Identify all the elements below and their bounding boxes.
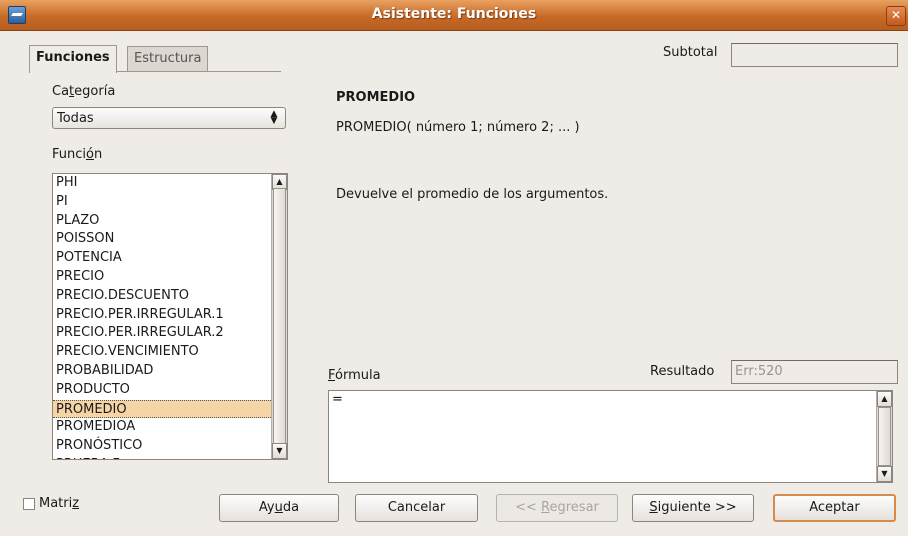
- category-select[interactable]: Todas ▲ ▼: [52, 107, 286, 129]
- function-list-item[interactable]: POTENCIA: [53, 249, 271, 268]
- function-list-item[interactable]: PRUEBA.F: [53, 456, 271, 459]
- category-value: Todas: [57, 111, 94, 126]
- function-list-item[interactable]: PROMEDIO: [53, 399, 271, 419]
- function-list-item[interactable]: PI: [53, 193, 271, 212]
- close-button[interactable]: ✕: [886, 6, 906, 26]
- scroll-thumb[interactable]: [878, 407, 891, 466]
- back-button[interactable]: << Regresar: [496, 494, 618, 522]
- function-syntax: PROMEDIO( número 1; número 2; ... ): [336, 120, 580, 135]
- function-list-item[interactable]: PRECIO: [53, 268, 271, 287]
- updown-arrows-icon: ▲ ▼: [270, 109, 278, 126]
- function-list-item[interactable]: PLAZO: [53, 212, 271, 231]
- scroll-up-icon[interactable]: ▲: [877, 391, 892, 407]
- scroll-thumb[interactable]: [273, 188, 286, 444]
- function-list-item[interactable]: PROBABILIDAD: [53, 362, 271, 381]
- function-list[interactable]: PHI PI PLAZO POISSON POTENCIA PRECIO PRECIO.DE…: [52, 173, 288, 460]
- cancel-button[interactable]: Cancelar: [355, 494, 478, 522]
- function-list-item[interactable]: PHI: [53, 174, 271, 193]
- window-title: Asistente: Funciones: [371, 6, 537, 22]
- function-description: Devuelve el promedio de los argumentos.: [336, 187, 609, 202]
- next-button[interactable]: Siguiente >>: [632, 494, 754, 522]
- function-list-item[interactable]: POISSON: [53, 230, 271, 249]
- function-label: Función: [52, 147, 103, 162]
- ok-button[interactable]: Aceptar: [773, 494, 896, 522]
- function-list-item[interactable]: PRECIO.PER.IRREGULAR.2: [53, 324, 271, 343]
- subtotal-label: Subtotal: [663, 45, 718, 60]
- subtotal-field: [731, 43, 898, 67]
- function-list-item[interactable]: PRODUCTO: [53, 381, 271, 400]
- function-name: PROMEDIO: [336, 90, 416, 105]
- result-field: Err:520: [731, 360, 898, 384]
- formula-text: =: [332, 392, 343, 407]
- function-list-item[interactable]: PRECIO.PER.IRREGULAR.1: [53, 306, 271, 325]
- tab-funciones[interactable]: Funciones: [29, 45, 117, 73]
- function-list-item[interactable]: PROMEDIOA: [53, 418, 271, 437]
- function-list-item[interactable]: PRECIO.VENCIMIENTO: [53, 343, 271, 362]
- formula-label: Fórmula: [328, 368, 381, 383]
- scroll-down-icon[interactable]: ▼: [877, 466, 892, 482]
- formula-input[interactable]: = ▲ ▼: [328, 390, 893, 483]
- function-list-scrollbar[interactable]: ▲ ▼: [271, 174, 287, 459]
- array-checkbox[interactable]: [23, 498, 35, 510]
- function-list-items: PHI PI PLAZO POISSON POTENCIA PRECIO PRECIO.DE…: [53, 174, 271, 459]
- formula-scrollbar[interactable]: ▲ ▼: [876, 391, 892, 482]
- category-label: Categoría: [52, 84, 116, 99]
- array-label: Matriz: [39, 496, 80, 511]
- title-bar: Asistente: Funciones ✕: [0, 0, 908, 31]
- scroll-down-icon[interactable]: ▼: [272, 443, 287, 459]
- result-label: Resultado: [650, 364, 715, 379]
- tab-estructura[interactable]: Estructura: [127, 46, 209, 71]
- function-list-item[interactable]: PRONÓSTICO: [53, 437, 271, 456]
- help-button[interactable]: Ayuda: [219, 494, 339, 522]
- function-list-item[interactable]: PRECIO.DESCUENTO: [53, 287, 271, 306]
